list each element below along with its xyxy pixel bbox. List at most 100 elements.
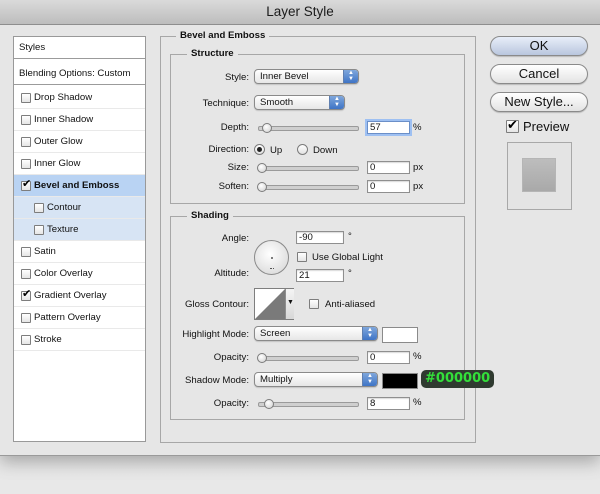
sidebar-item-pattern-overlay[interactable]: Pattern Overlay [14, 307, 145, 329]
shading-title: Shading [187, 210, 233, 221]
size-unit: px [413, 162, 424, 173]
depth-label: Depth: [220, 122, 249, 133]
bevel-emboss-title: Bevel and Emboss [176, 30, 270, 41]
highlight-opacity-unit: % [413, 351, 422, 362]
angle-dial[interactable] [254, 240, 289, 275]
sidebar-item-stroke[interactable]: Stroke [14, 329, 145, 351]
highlight-mode-popup[interactable]: Screen ▲ ▼ [254, 326, 378, 341]
style-preview-thumbnail [507, 142, 572, 210]
size-label: Size: [227, 162, 249, 173]
angle-unit: ° [348, 231, 352, 242]
sidebar-item-label: Inner Glow [34, 158, 81, 169]
highlight-mode-label: Highlight Mode: [182, 329, 249, 340]
sidebar-item-label: Contour [47, 202, 82, 213]
angle-input[interactable]: -90 [296, 231, 344, 244]
sidebar-item-checkbox[interactable] [34, 203, 44, 213]
sidebar-item-drop-shadow[interactable]: Drop Shadow [14, 87, 145, 109]
contour-dropdown-icon[interactable]: ▼ [285, 289, 294, 319]
checkmark-icon: ✔ [22, 288, 32, 300]
angle-dial-crosshair [270, 268, 274, 272]
direction-label: Direction: [208, 144, 249, 155]
styles-header[interactable]: Styles [14, 37, 145, 59]
sidebar-item-label: Stroke [34, 334, 62, 345]
altitude-label: Altitude: [214, 268, 249, 279]
sidebar-item-inner-glow[interactable]: Inner Glow [14, 153, 145, 175]
sidebar-item-checkbox[interactable] [21, 159, 31, 169]
angle-dial-center [271, 257, 273, 259]
sidebar-item-texture[interactable]: Texture [14, 219, 145, 241]
gloss-contour-picker[interactable]: ▼ [254, 288, 294, 320]
highlight-color-swatch[interactable] [382, 327, 418, 343]
soften-label: Soften: [218, 181, 249, 192]
altitude-input[interactable]: 21 [296, 269, 344, 282]
anti-aliased-checkbox[interactable] [309, 299, 319, 309]
sidebar-item-satin[interactable]: Satin [14, 241, 145, 263]
new-style-button[interactable]: New Style... [490, 92, 588, 112]
sidebar-item-checkbox[interactable] [21, 115, 31, 125]
sidebar-item-inner-shadow[interactable]: Inner Shadow [14, 109, 145, 131]
shadow-opacity-input[interactable]: 8 [367, 397, 410, 410]
size-input[interactable]: 0 [367, 161, 410, 174]
sidebar-item-checkbox[interactable] [21, 93, 31, 103]
popup-arrows-icon: ▲ ▼ [362, 373, 377, 386]
sidebar-item-outer-glow[interactable]: Outer Glow [14, 131, 145, 153]
direction-up-label: Up [270, 145, 283, 156]
shading-group [170, 216, 465, 420]
checkmark-icon: ✔ [22, 178, 32, 190]
ok-button[interactable]: OK [490, 36, 588, 56]
preview-label: Preview [523, 119, 570, 134]
styles-list: Styles Blending Options: Custom Drop Sha… [13, 36, 146, 442]
size-slider-knob[interactable] [257, 163, 267, 173]
style-label: Style: [225, 72, 249, 83]
shadow-mode-popup[interactable]: Multiply ▲ ▼ [254, 372, 378, 387]
depth-slider-track[interactable] [258, 126, 359, 131]
soften-unit: px [413, 181, 424, 192]
size-slider-track[interactable] [258, 166, 359, 171]
direction-up-radio[interactable] [254, 144, 265, 155]
sidebar-item-checkbox[interactable] [21, 137, 31, 147]
sidebar-item-label: Texture [47, 224, 79, 235]
highlight-opacity-slider-track[interactable] [258, 356, 359, 361]
highlight-mode-value: Screen [260, 328, 291, 339]
soften-slider-knob[interactable] [257, 182, 267, 192]
sidebar-item-label: Gradient Overlay [34, 290, 107, 301]
sidebar-item-checkbox[interactable] [21, 335, 31, 345]
blending-options-item[interactable]: Blending Options: Custom [14, 62, 145, 85]
sidebar-item-color-overlay[interactable]: Color Overlay [14, 263, 145, 285]
sidebar-item-checkbox[interactable] [21, 247, 31, 257]
altitude-unit: ° [348, 268, 352, 279]
structure-title: Structure [187, 48, 238, 59]
sidebar-item-label: Satin [34, 246, 56, 257]
gloss-contour-label: Gloss Contour: [185, 299, 249, 310]
popup-arrows-icon: ▲ ▼ [362, 327, 377, 340]
sidebar-item-checkbox[interactable] [34, 225, 44, 235]
global-light-checkbox[interactable] [297, 252, 307, 262]
soften-slider-track[interactable] [258, 185, 359, 190]
sidebar-item-checkbox[interactable] [21, 313, 31, 323]
cancel-button[interactable]: Cancel [490, 64, 588, 84]
depth-unit: % [413, 122, 422, 133]
popup-arrows-icon: ▲ ▼ [343, 70, 358, 83]
contour-curve-icon [255, 289, 285, 319]
blending-options-label: Blending Options: Custom [19, 68, 131, 79]
sidebar-item-label: Outer Glow [34, 136, 83, 147]
sidebar-item-checkbox[interactable]: ✔ [21, 178, 32, 191]
technique-label: Technique: [202, 98, 249, 109]
preview-checkbox[interactable]: ✔ [506, 118, 519, 133]
window-title: Layer Style [0, 0, 600, 25]
sidebar-item-checkbox[interactable]: ✔ [21, 288, 32, 301]
shadow-color-swatch[interactable] [382, 373, 418, 389]
highlight-opacity-input[interactable]: 0 [367, 351, 410, 364]
sidebar-item-bevel-and-emboss[interactable]: ✔ Bevel and Emboss [14, 175, 145, 197]
sidebar-item-label: Drop Shadow [34, 92, 93, 103]
highlight-opacity-slider-knob[interactable] [257, 353, 267, 363]
style-popup[interactable]: Inner Bevel ▲ ▼ [254, 69, 359, 84]
sidebar-item-checkbox[interactable] [21, 269, 31, 279]
sidebar-item-gradient-overlay[interactable]: ✔ Gradient Overlay [14, 285, 145, 307]
technique-popup[interactable]: Smooth ▲ ▼ [254, 95, 345, 110]
styles-header-label: Styles [19, 42, 46, 53]
soften-input[interactable]: 0 [367, 180, 410, 193]
sidebar-item-contour[interactable]: Contour [14, 197, 145, 219]
direction-down-radio[interactable] [297, 144, 308, 155]
depth-input[interactable]: 57 [367, 121, 410, 134]
